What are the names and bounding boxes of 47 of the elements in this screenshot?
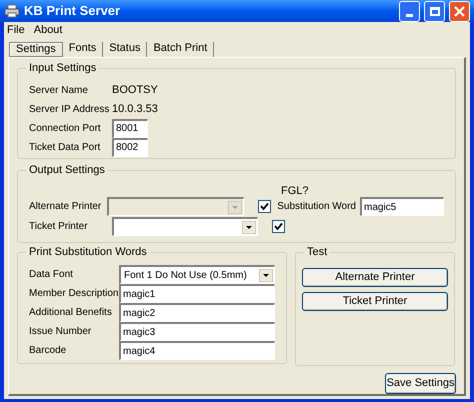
input-field[interactable]: 8001 <box>112 118 148 138</box>
tab[interactable]: Status <box>103 42 148 57</box>
field-label: Substitution Word <box>277 200 356 214</box>
close-button[interactable] <box>449 0 470 22</box>
dropdown-field[interactable]: Font 1 Do Not Use (0.5mm) <box>119 265 275 284</box>
tab[interactable]: Settings <box>9 42 63 57</box>
input-field[interactable]: magic5 <box>360 197 444 216</box>
menu-item[interactable]: About <box>34 22 62 38</box>
input-field[interactable]: magic2 <box>119 303 275 322</box>
field-value: BOOTSY <box>112 82 158 98</box>
push-button[interactable]: Save Settings <box>385 373 456 394</box>
field-label: Member Description <box>29 287 119 301</box>
input-field[interactable]: 8002 <box>112 138 148 156</box>
maximize-button[interactable] <box>424 0 445 22</box>
dropdown-arrow-icon[interactable] <box>242 220 256 234</box>
field-label: Server Name <box>29 84 89 98</box>
checkbox[interactable] <box>272 220 285 233</box>
input-field[interactable]: magic3 <box>119 322 275 341</box>
field-label: Server IP Address <box>29 102 110 116</box>
dropdown-value: Font 1 Do Not Use (0.5mm) <box>123 268 248 282</box>
column-header: FGL? <box>281 184 309 197</box>
dropdown-arrow-icon[interactable] <box>259 268 273 282</box>
field-label: Alternate Printer <box>29 200 102 214</box>
group-title: Output Settings <box>26 163 108 177</box>
field-value: 10.0.3.53 <box>112 102 158 117</box>
field-label: Data Font <box>29 268 74 282</box>
push-button[interactable]: Alternate Printer <box>302 268 448 287</box>
field-label: Ticket Data Port <box>29 140 102 154</box>
input-field[interactable]: magic1 <box>119 284 275 303</box>
window-title: KB Print Server <box>24 2 122 20</box>
field-label: Ticket Printer <box>29 220 89 234</box>
dropdown-field[interactable] <box>112 217 258 236</box>
push-button[interactable]: Ticket Printer <box>302 292 448 311</box>
group-title: Input Settings <box>26 61 100 75</box>
menu-item[interactable]: File <box>7 22 25 38</box>
minimize-button[interactable] <box>399 0 420 22</box>
field-label: Barcode <box>29 344 68 358</box>
printer-icon <box>4 4 20 18</box>
check-icon <box>274 222 283 231</box>
tab[interactable]: Fonts <box>62 42 104 57</box>
field-label: Connection Port <box>29 122 102 136</box>
check-icon <box>260 202 270 211</box>
close-icon <box>454 6 465 16</box>
tab[interactable]: Batch Print <box>147 42 214 57</box>
field-label: Additional Benefits <box>29 306 113 320</box>
field-label: Issue Number <box>29 325 92 339</box>
input-field[interactable]: magic4 <box>119 341 275 360</box>
